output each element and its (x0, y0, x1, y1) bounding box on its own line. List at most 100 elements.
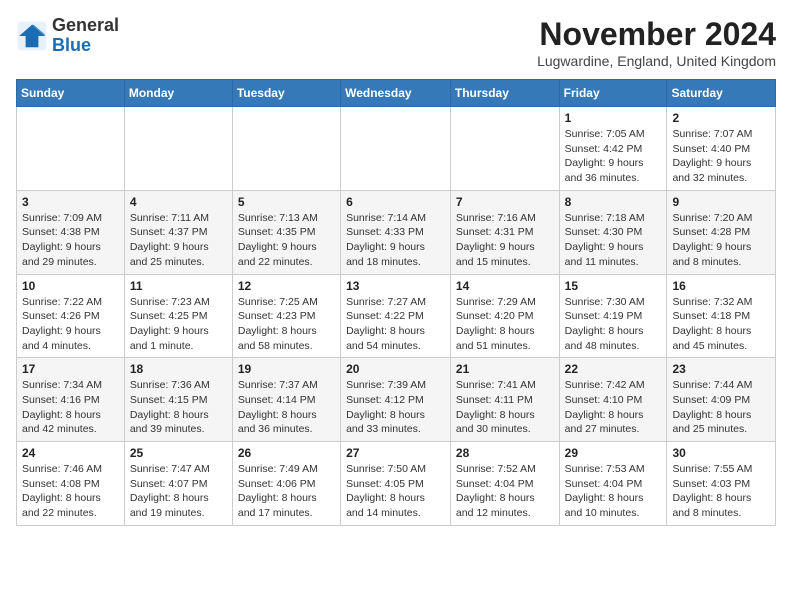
logo-icon (16, 20, 48, 52)
day-info: Sunrise: 7:53 AM Sunset: 4:04 PM Dayligh… (565, 462, 662, 521)
day-number: 5 (238, 195, 335, 209)
day-info: Sunrise: 7:30 AM Sunset: 4:19 PM Dayligh… (565, 295, 662, 354)
day-number: 25 (130, 446, 227, 460)
day-info: Sunrise: 7:55 AM Sunset: 4:03 PM Dayligh… (672, 462, 770, 521)
calendar-table: SundayMondayTuesdayWednesdayThursdayFrid… (16, 79, 776, 526)
header-saturday: Saturday (667, 80, 776, 107)
day-number: 8 (565, 195, 662, 209)
day-info: Sunrise: 7:42 AM Sunset: 4:10 PM Dayligh… (565, 378, 662, 437)
calendar-cell: 26 Sunrise: 7:49 AM Sunset: 4:06 PM Dayli… (232, 442, 340, 526)
calendar-cell: 29 Sunrise: 7:53 AM Sunset: 4:04 PM Dayli… (559, 442, 667, 526)
header-monday: Monday (124, 80, 232, 107)
calendar-cell: 17Sunrise: 7:34 AM Sunset: 4:16 PM Dayli… (17, 358, 125, 442)
day-number: 11 (130, 279, 227, 293)
calendar-cell: 22 Sunrise: 7:42 AM Sunset: 4:10 PM Dayli… (559, 358, 667, 442)
day-number: 23 (672, 362, 770, 376)
day-info: Sunrise: 7:46 AM Sunset: 4:08 PM Dayligh… (22, 462, 119, 521)
logo: General Blue (16, 16, 119, 56)
header-wednesday: Wednesday (341, 80, 451, 107)
calendar-cell: 6 Sunrise: 7:14 AM Sunset: 4:33 PM Daylig… (341, 190, 451, 274)
calendar-cell (124, 107, 232, 191)
calendar-header-row: SundayMondayTuesdayWednesdayThursdayFrid… (17, 80, 776, 107)
day-info: Sunrise: 7:14 AM Sunset: 4:33 PM Dayligh… (346, 211, 445, 270)
day-info: Sunrise: 7:05 AM Sunset: 4:42 PM Dayligh… (565, 127, 662, 186)
calendar-cell: 12 Sunrise: 7:25 AM Sunset: 4:23 PM Dayli… (232, 274, 340, 358)
day-info: Sunrise: 7:32 AM Sunset: 4:18 PM Dayligh… (672, 295, 770, 354)
day-info: Sunrise: 7:13 AM Sunset: 4:35 PM Dayligh… (238, 211, 335, 270)
title-area: November 2024 Lugwardine, England, Unite… (537, 16, 776, 69)
day-number: 7 (456, 195, 554, 209)
day-number: 22 (565, 362, 662, 376)
day-number: 24 (22, 446, 119, 460)
day-number: 2 (672, 111, 770, 125)
calendar-cell: 27 Sunrise: 7:50 AM Sunset: 4:05 PM Dayli… (341, 442, 451, 526)
day-number: 21 (456, 362, 554, 376)
header: General Blue November 2024 Lugwardine, E… (16, 16, 776, 69)
calendar-cell: 5 Sunrise: 7:13 AM Sunset: 4:35 PM Daylig… (232, 190, 340, 274)
day-info: Sunrise: 7:18 AM Sunset: 4:30 PM Dayligh… (565, 211, 662, 270)
month-title: November 2024 (537, 16, 776, 53)
calendar-cell: 11 Sunrise: 7:23 AM Sunset: 4:25 PM Dayli… (124, 274, 232, 358)
day-number: 28 (456, 446, 554, 460)
day-info: Sunrise: 7:09 AM Sunset: 4:38 PM Dayligh… (22, 211, 119, 270)
calendar-cell: 8 Sunrise: 7:18 AM Sunset: 4:30 PM Daylig… (559, 190, 667, 274)
day-info: Sunrise: 7:22 AM Sunset: 4:26 PM Dayligh… (22, 295, 119, 354)
day-info: Sunrise: 7:44 AM Sunset: 4:09 PM Dayligh… (672, 378, 770, 437)
day-number: 4 (130, 195, 227, 209)
day-info: Sunrise: 7:36 AM Sunset: 4:15 PM Dayligh… (130, 378, 227, 437)
calendar-cell: 1 Sunrise: 7:05 AM Sunset: 4:42 PM Daylig… (559, 107, 667, 191)
calendar-cell: 19 Sunrise: 7:37 AM Sunset: 4:14 PM Dayli… (232, 358, 340, 442)
calendar-cell: 9 Sunrise: 7:20 AM Sunset: 4:28 PM Daylig… (667, 190, 776, 274)
calendar-week-3: 10 Sunrise: 7:22 AM Sunset: 4:26 PM Dayli… (17, 274, 776, 358)
day-info: Sunrise: 7:52 AM Sunset: 4:04 PM Dayligh… (456, 462, 554, 521)
day-number: 29 (565, 446, 662, 460)
day-info: Sunrise: 7:20 AM Sunset: 4:28 PM Dayligh… (672, 211, 770, 270)
calendar-cell: 7 Sunrise: 7:16 AM Sunset: 4:31 PM Daylig… (450, 190, 559, 274)
day-number: 3 (22, 195, 119, 209)
day-number: 1 (565, 111, 662, 125)
calendar-cell: 14 Sunrise: 7:29 AM Sunset: 4:20 PM Dayli… (450, 274, 559, 358)
calendar-cell: 23 Sunrise: 7:44 AM Sunset: 4:09 PM Dayli… (667, 358, 776, 442)
calendar-cell: 30Sunrise: 7:55 AM Sunset: 4:03 PM Dayli… (667, 442, 776, 526)
header-thursday: Thursday (450, 80, 559, 107)
header-tuesday: Tuesday (232, 80, 340, 107)
day-info: Sunrise: 7:29 AM Sunset: 4:20 PM Dayligh… (456, 295, 554, 354)
calendar-week-5: 24 Sunrise: 7:46 AM Sunset: 4:08 PM Dayli… (17, 442, 776, 526)
calendar-cell: 3 Sunrise: 7:09 AM Sunset: 4:38 PM Daylig… (17, 190, 125, 274)
day-info: Sunrise: 7:23 AM Sunset: 4:25 PM Dayligh… (130, 295, 227, 354)
day-info: Sunrise: 7:34 AM Sunset: 4:16 PM Dayligh… (22, 378, 119, 437)
day-number: 15 (565, 279, 662, 293)
calendar-cell: 21Sunrise: 7:41 AM Sunset: 4:11 PM Dayli… (450, 358, 559, 442)
calendar-cell: 18 Sunrise: 7:36 AM Sunset: 4:15 PM Dayli… (124, 358, 232, 442)
day-number: 14 (456, 279, 554, 293)
day-number: 16 (672, 279, 770, 293)
day-number: 13 (346, 279, 445, 293)
header-friday: Friday (559, 80, 667, 107)
day-info: Sunrise: 7:37 AM Sunset: 4:14 PM Dayligh… (238, 378, 335, 437)
calendar-cell: 10 Sunrise: 7:22 AM Sunset: 4:26 PM Dayli… (17, 274, 125, 358)
day-info: Sunrise: 7:47 AM Sunset: 4:07 PM Dayligh… (130, 462, 227, 521)
day-info: Sunrise: 7:49 AM Sunset: 4:06 PM Dayligh… (238, 462, 335, 521)
day-number: 6 (346, 195, 445, 209)
day-info: Sunrise: 7:11 AM Sunset: 4:37 PM Dayligh… (130, 211, 227, 270)
day-number: 12 (238, 279, 335, 293)
day-number: 20 (346, 362, 445, 376)
calendar-cell: 13Sunrise: 7:27 AM Sunset: 4:22 PM Dayli… (341, 274, 451, 358)
calendar-cell: 20Sunrise: 7:39 AM Sunset: 4:12 PM Dayli… (341, 358, 451, 442)
calendar-cell: 4 Sunrise: 7:11 AM Sunset: 4:37 PM Daylig… (124, 190, 232, 274)
day-info: Sunrise: 7:16 AM Sunset: 4:31 PM Dayligh… (456, 211, 554, 270)
day-number: 27 (346, 446, 445, 460)
day-number: 18 (130, 362, 227, 376)
day-number: 9 (672, 195, 770, 209)
day-number: 26 (238, 446, 335, 460)
day-info: Sunrise: 7:07 AM Sunset: 4:40 PM Dayligh… (672, 127, 770, 186)
day-info: Sunrise: 7:25 AM Sunset: 4:23 PM Dayligh… (238, 295, 335, 354)
calendar-cell (232, 107, 340, 191)
calendar-cell: 24 Sunrise: 7:46 AM Sunset: 4:08 PM Dayli… (17, 442, 125, 526)
calendar-cell: 16 Sunrise: 7:32 AM Sunset: 4:18 PM Dayli… (667, 274, 776, 358)
day-info: Sunrise: 7:50 AM Sunset: 4:05 PM Dayligh… (346, 462, 445, 521)
day-number: 10 (22, 279, 119, 293)
calendar-cell (341, 107, 451, 191)
day-number: 19 (238, 362, 335, 376)
logo-text: General Blue (52, 16, 119, 56)
